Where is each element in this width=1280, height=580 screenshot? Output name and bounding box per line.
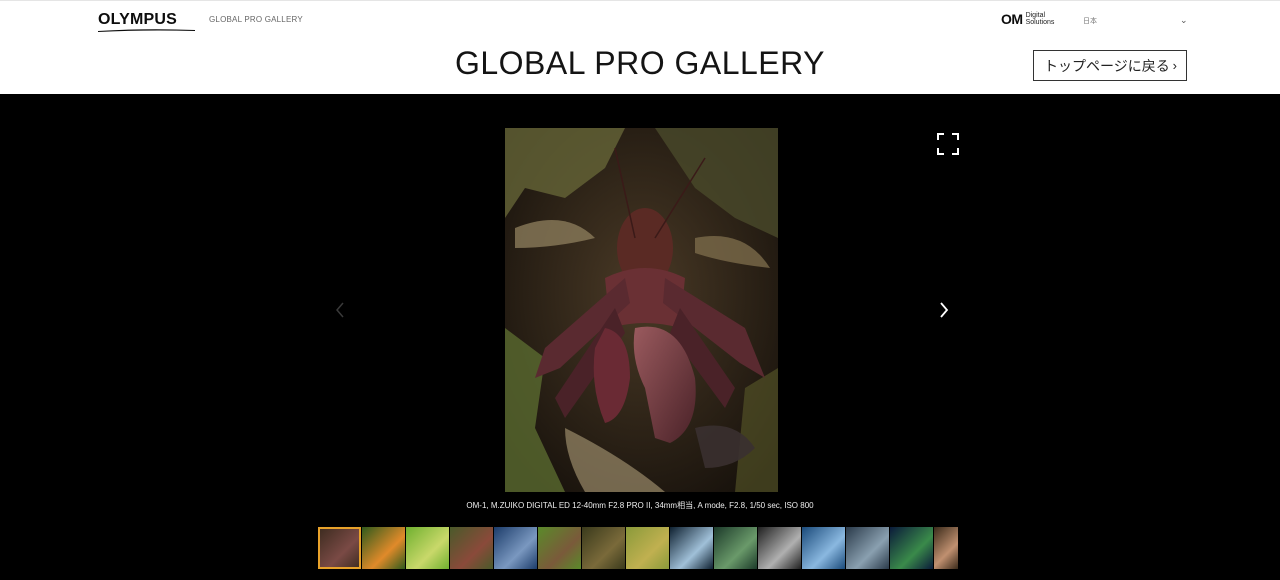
site-header: OLYMPUS GLOBAL PRO GALLERY OM Digital So… [0,0,1280,94]
thumbnail-forest-floor[interactable] [582,527,625,569]
language-select[interactable]: 日本 [1083,16,1189,28]
thumbnail-night-lights[interactable] [890,527,933,569]
om-mark: OM [1001,11,1023,27]
fullscreen-icon[interactable] [937,133,959,155]
om-logo-line1: Digital [1025,12,1046,19]
photo-caption: OM-1, M.ZUIKO DIGITAL ED 12-40mm F2.8 PR… [466,501,814,510]
coconut-crab-photo [505,128,778,492]
thumbnail-waterfall[interactable] [670,527,713,569]
thumbnail-butterfly[interactable] [362,527,405,569]
brand-subtitle: GLOBAL PRO GALLERY [209,15,303,24]
olympus-logo-text: OLYMPUS [98,11,178,28]
thumbnail-deer-meadow[interactable] [538,527,581,569]
back-to-top-label: トップページに戻る [1044,57,1170,74]
chevron-down-icon[interactable]: ⌄ [1180,15,1188,25]
logo-swoosh-icon [98,29,195,32]
chevron-right-icon[interactable] [936,299,952,321]
main-photo[interactable] [505,128,778,492]
thumbnail-snail-leaf[interactable] [406,527,449,569]
om-logo-text: Digital Solutions [1026,12,1055,26]
back-to-top-button[interactable]: トップページに戻る › [1033,50,1187,81]
thumbnail-misty-trees[interactable] [758,527,801,569]
thumbnail-strip [318,527,966,569]
thumbnail-person[interactable] [934,527,958,569]
olympus-logo[interactable]: OLYMPUS [98,11,195,33]
thumbnail-seascape-dusk[interactable] [494,527,537,569]
thumbnail-crab[interactable] [318,527,361,569]
om-digital-solutions-logo[interactable]: OM Digital Solutions [1001,11,1054,27]
photo-gallery: OM-1, M.ZUIKO DIGITAL ED 12-40mm F2.8 PR… [0,94,1280,580]
chevron-left-icon[interactable] [332,299,348,321]
thumbnail-rough-sea[interactable] [846,527,889,569]
thumbnail-waves-blue[interactable] [802,527,845,569]
thumbnail-bird-branch[interactable] [450,527,493,569]
om-logo-line2: Solutions [1025,19,1055,26]
thumbnail-grassland[interactable] [626,527,669,569]
chevron-right-icon: › [1172,58,1177,73]
thumbnail-mossy-stream[interactable] [714,527,757,569]
